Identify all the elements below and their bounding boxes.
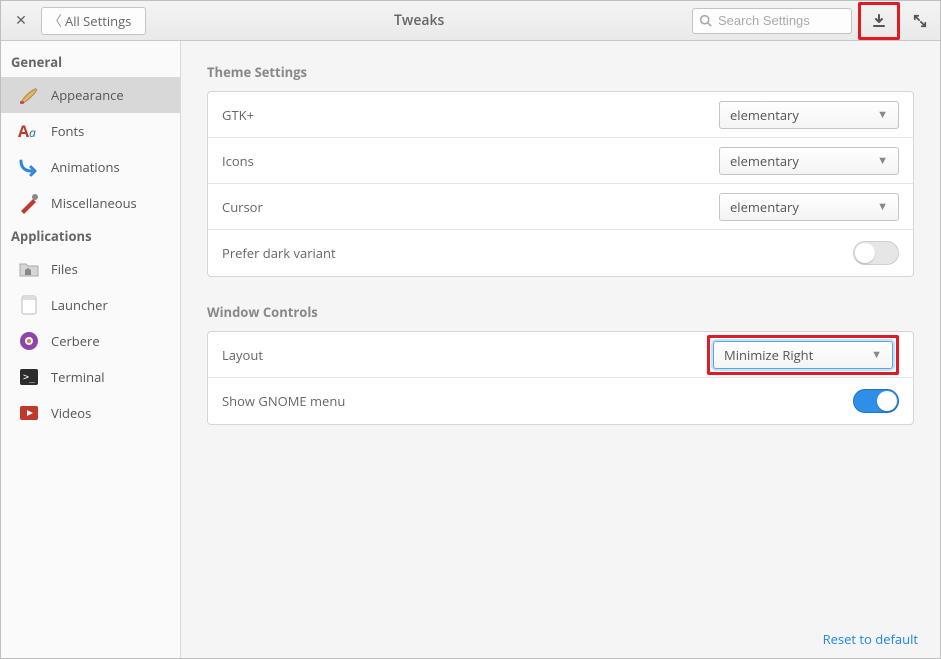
section-title-theme: Theme Settings	[207, 63, 914, 81]
back-button[interactable]: 〈 All Settings	[41, 7, 146, 35]
body: General Appearance Aa Fonts Animations	[1, 41, 940, 658]
switch-dark-variant[interactable]	[853, 241, 899, 265]
window: ✕ 〈 All Settings Tweaks General	[0, 0, 941, 659]
chevron-down-icon: ▼	[877, 199, 888, 214]
sidebar-label: Animations	[51, 158, 120, 176]
combo-icons[interactable]: elementary ▼	[719, 147, 899, 175]
row-gnome-menu: Show GNOME menu	[208, 378, 913, 424]
window-title: Tweaks	[152, 11, 686, 30]
sidebar-label: Cerbere	[51, 332, 100, 350]
tools-icon	[17, 191, 41, 215]
svg-text:>_: >_	[23, 372, 36, 383]
search-icon	[699, 14, 712, 27]
combo-cursor[interactable]: elementary ▼	[719, 193, 899, 221]
download-button[interactable]	[865, 7, 893, 35]
row-label: GTK+	[222, 106, 254, 124]
row-gtk: GTK+ elementary ▼	[208, 92, 913, 138]
maximize-button[interactable]	[906, 7, 934, 35]
sidebar-item-launcher[interactable]: Launcher	[1, 287, 180, 323]
download-icon	[871, 13, 887, 29]
sidebar-item-videos[interactable]: Videos	[1, 395, 180, 431]
row-cursor: Cursor elementary ▼	[208, 184, 913, 230]
panel-theme: GTK+ elementary ▼ Icons elementary ▼	[207, 91, 914, 277]
sidebar-item-animations[interactable]: Animations	[1, 149, 180, 185]
search-field[interactable]	[692, 8, 852, 34]
sidebar-label: Miscellaneous	[51, 194, 137, 212]
sidebar-label: Files	[51, 260, 78, 278]
combo-gtk[interactable]: elementary ▼	[719, 101, 899, 129]
sidebar-label: Launcher	[51, 296, 108, 314]
play-icon	[17, 401, 41, 425]
chevron-left-icon: 〈	[48, 11, 62, 31]
sidebar-item-files[interactable]: Files	[1, 251, 180, 287]
chevron-down-icon: ▼	[877, 153, 888, 168]
back-label: All Settings	[65, 12, 131, 30]
row-layout: Layout Minimize Right ▼	[208, 332, 913, 378]
titlebar: ✕ 〈 All Settings Tweaks	[1, 1, 940, 41]
switch-gnome-menu[interactable]	[853, 389, 899, 413]
row-label: Icons	[222, 152, 254, 170]
chevron-down-icon: ▼	[871, 347, 882, 362]
sidebar-label: Fonts	[51, 122, 84, 140]
svg-text:a: a	[29, 124, 36, 141]
folder-icon	[17, 257, 41, 281]
sidebar-item-miscellaneous[interactable]: Miscellaneous	[1, 185, 180, 221]
search-input[interactable]	[718, 13, 845, 28]
combo-value: elementary	[730, 106, 799, 124]
chevron-down-icon: ▼	[877, 107, 888, 122]
close-button[interactable]: ✕	[7, 7, 35, 35]
brush-icon	[17, 83, 41, 107]
section-title-window-controls: Window Controls	[207, 303, 914, 321]
terminal-icon: >_	[17, 365, 41, 389]
row-label: Layout	[222, 346, 263, 364]
combo-value: elementary	[730, 152, 799, 170]
sidebar-item-appearance[interactable]: Appearance	[1, 77, 180, 113]
row-dark-variant: Prefer dark variant	[208, 230, 913, 276]
highlight-download	[858, 2, 900, 40]
page-icon	[17, 293, 41, 317]
sidebar-item-cerbere[interactable]: Cerbere	[1, 323, 180, 359]
sidebar-label: Appearance	[51, 86, 124, 104]
highlight-layout: Minimize Right ▼	[707, 335, 899, 375]
content: Theme Settings GTK+ elementary ▼ Icons e…	[181, 41, 940, 658]
panel-window-controls: Layout Minimize Right ▼ Show GNOME menu	[207, 331, 914, 425]
reset-link[interactable]: Reset to default	[823, 630, 918, 648]
combo-layout[interactable]: Minimize Right ▼	[713, 341, 893, 369]
fonts-icon: Aa	[17, 119, 41, 143]
row-label: Show GNOME menu	[222, 392, 345, 410]
sidebar-item-fonts[interactable]: Aa Fonts	[1, 113, 180, 149]
close-icon: ✕	[15, 11, 27, 30]
sidebar-label: Terminal	[51, 368, 105, 386]
sidebar: General Appearance Aa Fonts Animations	[1, 41, 181, 658]
sidebar-header-general: General	[1, 47, 180, 77]
sidebar-item-terminal[interactable]: >_ Terminal	[1, 359, 180, 395]
combo-value: elementary	[730, 198, 799, 216]
row-icons: Icons elementary ▼	[208, 138, 913, 184]
sidebar-header-applications: Applications	[1, 221, 180, 251]
gear-icon	[17, 329, 41, 353]
combo-value: Minimize Right	[724, 346, 813, 364]
expand-icon	[913, 14, 927, 28]
arrow-icon	[17, 155, 41, 179]
row-label: Cursor	[222, 198, 263, 216]
row-label: Prefer dark variant	[222, 244, 336, 262]
sidebar-label: Videos	[51, 404, 91, 422]
